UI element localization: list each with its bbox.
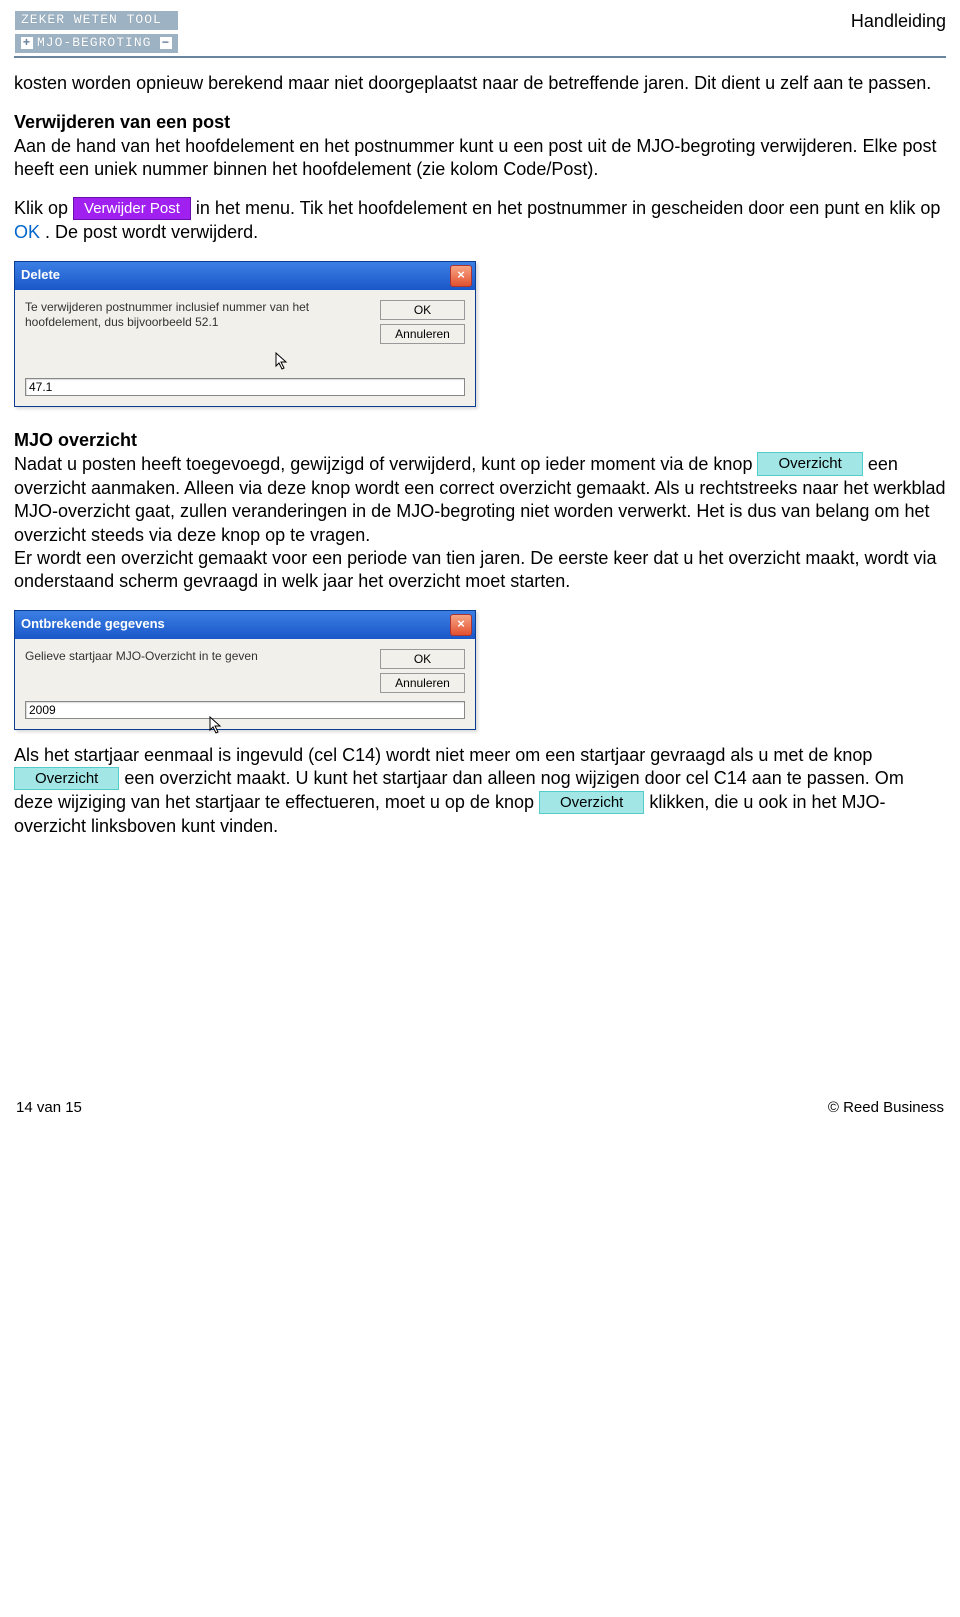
delete-dialog-title: Delete [21,267,60,284]
intro-paragraph: kosten worden opnieuw berekend maar niet… [14,72,946,95]
verwijder-post-button[interactable]: Verwijder Post [73,197,191,221]
mjo-overzicht-title: MJO overzicht [14,430,137,450]
close-icon[interactable]: × [450,265,472,287]
missing-data-text: Gelieve startjaar MJO-Overzicht in te ge… [25,649,370,693]
cancel-button[interactable]: Annuleren [380,324,465,344]
missing-data-title: Ontbrekende gegevens [21,616,165,633]
missing-data-dialog: Ontbrekende gegevens × Gelieve startjaar… [14,610,476,730]
overzicht-button[interactable]: Overzicht [757,452,862,476]
tail-a: Als het startjaar eenmaal is ingevuld (c… [14,745,872,765]
click-instruction: Klik op Verwijder Post in het menu. Tik … [14,197,946,244]
header-right-text: Handleiding [851,10,946,33]
delete-dialog-text: Te verwijderen postnummer inclusief numm… [25,300,370,344]
tail-paragraph: Als het startjaar eenmaal is ingevuld (c… [14,744,946,839]
copyright: © Reed Business [828,1098,944,1118]
delete-dialog-titlebar: Delete × [15,262,475,290]
mjo-p1c: Er wordt een overzicht gemaakt voor een … [14,548,936,591]
minus-icon: − [160,37,172,49]
klik-pre: Klik op [14,198,73,218]
page-header: ZEKER WETEN TOOL + MJO-BEGROTING − Handl… [14,10,946,58]
close-icon[interactable]: × [450,614,472,636]
page-footer: 14 van 15 © Reed Business [14,1098,946,1118]
cancel-button[interactable]: Annuleren [380,673,465,693]
missing-data-input[interactable] [25,701,465,719]
klik-mid: in het menu. Tik het hoofdelement en het… [196,198,940,218]
missing-data-titlebar: Ontbrekende gegevens × [15,611,475,639]
cursor-icon [275,352,289,370]
cursor-container [15,352,475,379]
remove-post-section: Verwijderen van een post Aan de hand van… [14,111,946,181]
mjo-p1a: Nadat u posten heeft toegevoegd, gewijzi… [14,454,757,474]
delete-dialog: Delete × Te verwijderen postnummer inclu… [14,261,476,408]
page-number: 14 van 15 [16,1098,82,1118]
overzicht-button[interactable]: Overzicht [14,767,119,791]
tool-title-button[interactable]: ZEKER WETEN TOOL [14,10,179,31]
tool-title-label: ZEKER WETEN TOOL [21,12,162,29]
remove-post-title: Verwijderen van een post [14,112,230,132]
nav-mjo-label: MJO-BEGROTING [37,35,151,52]
klik-post: . De post wordt verwijderd. [45,222,258,242]
remove-post-body: Aan de hand van het hoofdelement en het … [14,136,937,179]
ok-button[interactable]: OK [380,649,465,669]
plus-icon: + [21,37,33,49]
delete-dialog-input[interactable] [25,378,465,396]
ok-button[interactable]: OK [380,300,465,320]
nav-mjo-button[interactable]: + MJO-BEGROTING − [14,33,179,54]
ok-link: OK [14,222,40,242]
header-left-buttons: ZEKER WETEN TOOL + MJO-BEGROTING − [14,10,179,54]
overzicht-button[interactable]: Overzicht [539,791,644,815]
mjo-overzicht-section: MJO overzicht Nadat u posten heeft toege… [14,429,946,593]
